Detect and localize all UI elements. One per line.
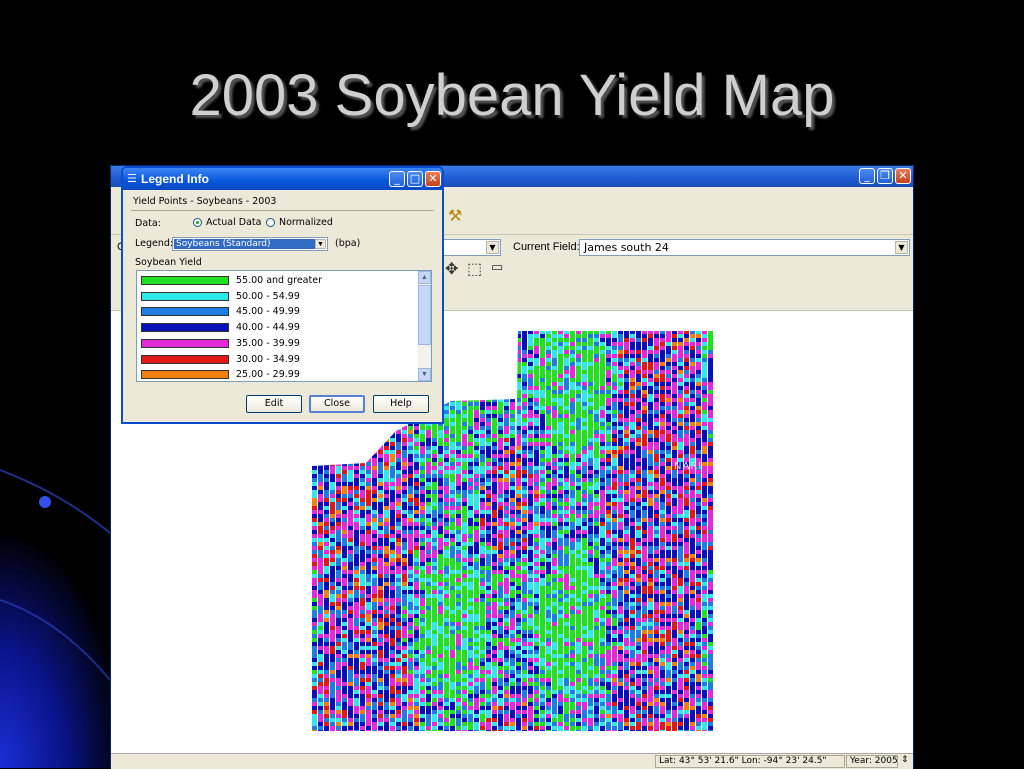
units-label: (bpa) (335, 238, 360, 249)
coordinates-readout: Lat: 43° 53' 21.6" Lon: -94° 23' 24.5" (655, 755, 845, 768)
chevron-down-icon[interactable]: ▼ (486, 241, 499, 254)
edit-button[interactable]: Edit (246, 395, 302, 413)
maximize-button[interactable]: □ (407, 171, 423, 187)
legend-class-label: 35.00 - 39.99 (236, 337, 300, 350)
chevron-down-icon[interactable]: ▼ (895, 241, 908, 254)
status-bar: Lat: 43° 53' 21.6" Lon: -94° 23' 24.5" Y… (111, 753, 913, 769)
color-swatch (141, 355, 229, 364)
legend-label: Legend: (135, 238, 173, 249)
normalized-radio[interactable] (266, 218, 275, 227)
legend-info-dialog: ☰ Legend Info _ □ ✕ Yield Points - Soybe… (121, 166, 444, 424)
actual-data-radio[interactable] (193, 218, 202, 227)
resize-grip-icon[interactable]: ⇕ (901, 755, 909, 765)
color-swatch (141, 276, 229, 285)
legend-app-icon: ☰ (127, 172, 137, 185)
legend-class-label: 30.00 - 34.99 (236, 353, 300, 366)
normalized-label[interactable]: Normalized (279, 217, 333, 228)
legend-class-label: 45.00 - 49.99 (236, 305, 300, 318)
divider (131, 210, 434, 211)
scroll-down-icon[interactable]: ▼ (418, 368, 431, 381)
yield-tool-icon[interactable]: ⚒ (448, 206, 462, 226)
zoom-box-icon[interactable]: ⬚ (467, 259, 482, 279)
legend-subtitle: Yield Points - Soybeans - 2003 (133, 196, 276, 207)
color-swatch (141, 307, 229, 316)
legend-class-row[interactable]: 55.00 and greater (141, 274, 421, 289)
legend-title: Legend Info (141, 172, 209, 186)
legend-class-row[interactable]: 30.00 - 34.99 (141, 353, 421, 368)
data-label: Data: (135, 218, 161, 229)
close-button[interactable]: ✕ (425, 171, 441, 187)
legend-class-row[interactable]: 40.00 - 44.99 (141, 321, 421, 336)
legend-class-label: 50.00 - 54.99 (236, 290, 300, 303)
legend-class-row[interactable]: 25.00 - 29.99 (141, 368, 421, 382)
legend-class-list[interactable]: 55.00 and greater 50.00 - 54.99 45.00 - 49… (136, 270, 432, 382)
legend-titlebar[interactable]: ☰ Legend Info _ □ ✕ (123, 168, 442, 190)
close-dialog-button[interactable]: Close (309, 395, 365, 413)
current-field-select[interactable]: James south 24 ▼ (579, 239, 910, 256)
minimize-button[interactable]: _ (389, 171, 405, 187)
current-field-label: Current Field: (513, 241, 580, 253)
map-label: NARI (674, 461, 702, 472)
minimize-button[interactable]: _ (859, 168, 875, 184)
color-swatch (141, 323, 229, 332)
year-readout: Year: 2005 (846, 755, 898, 768)
legend-select-value: Soybeans (Standard) (174, 239, 315, 249)
current-field-value: James south 24 (584, 241, 669, 254)
left-combo[interactable]: ▼ (441, 239, 501, 256)
actual-data-label[interactable]: Actual Data (206, 217, 261, 228)
restore-button[interactable]: ❐ (877, 168, 893, 184)
color-swatch (141, 292, 229, 301)
legend-class-label: 40.00 - 44.99 (236, 321, 300, 334)
pan-icon[interactable]: ✥ (445, 259, 458, 279)
legend-class-row[interactable]: 50.00 - 54.99 (141, 290, 421, 305)
slide-title: 2003 Soybean Yield Map (0, 62, 1024, 129)
help-button[interactable]: Help (373, 395, 429, 413)
scroll-up-icon[interactable]: ▲ (418, 271, 431, 284)
color-swatch (141, 339, 229, 348)
legend-class-label: 25.00 - 29.99 (236, 368, 300, 381)
legend-class-row[interactable]: 45.00 - 49.99 (141, 305, 421, 320)
close-button[interactable]: ✕ (895, 168, 911, 184)
ruler-icon[interactable]: ▭ (491, 259, 503, 275)
legend-class-label: 55.00 and greater (236, 274, 322, 287)
scroll-thumb[interactable] (418, 285, 431, 345)
list-title: Soybean Yield (135, 257, 202, 268)
chevron-down-icon[interactable]: ▼ (315, 239, 326, 249)
legend-class-row[interactable]: 35.00 - 39.99 (141, 337, 421, 352)
color-swatch (141, 370, 229, 379)
vertical-scrollbar[interactable]: ▲ ▼ (418, 271, 431, 381)
legend-select[interactable]: Soybeans (Standard) ▼ (172, 237, 328, 251)
